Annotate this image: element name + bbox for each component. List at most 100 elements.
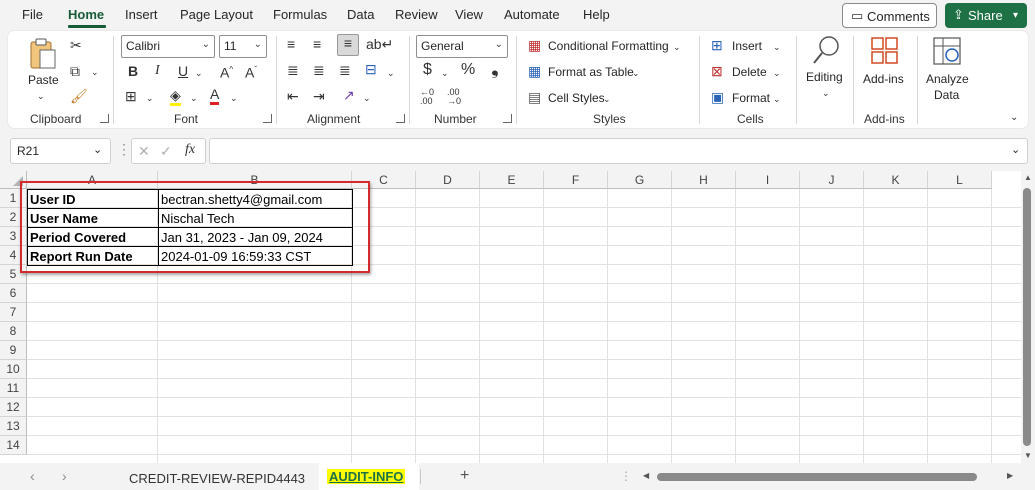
column-header-j[interactable]: J xyxy=(800,171,864,189)
conditional-formatting-button[interactable]: Conditional Formatting xyxy=(548,39,669,53)
row-header-13[interactable]: 13 xyxy=(0,417,27,436)
editing-button[interactable]: Editing ⌄ xyxy=(804,35,848,99)
chevron-down-icon[interactable]: ▾ xyxy=(1013,8,1018,24)
currency-icon[interactable]: $ xyxy=(423,62,432,78)
align-center-icon[interactable]: ≣ xyxy=(313,62,325,78)
expand-formula-icon[interactable]: ⌄ xyxy=(1011,143,1020,156)
add-sheet-icon[interactable]: + xyxy=(460,467,469,485)
confirm-icon[interactable]: ✓ xyxy=(160,143,172,159)
column-header-f[interactable]: F xyxy=(544,171,608,189)
increase-indent-icon[interactable]: ⇥ xyxy=(313,88,325,104)
delete-button[interactable]: Delete xyxy=(732,65,767,79)
chevron-down-icon[interactable]: ⌄ xyxy=(387,65,395,81)
cell-styles-button[interactable]: Cell Styles xyxy=(548,91,605,105)
dialog-launcher-icon[interactable] xyxy=(100,114,109,123)
chevron-down-icon[interactable]: ⌄ xyxy=(441,65,449,81)
bold-icon[interactable]: B xyxy=(128,63,138,79)
row-header-7[interactable]: 7 xyxy=(0,303,27,322)
font-name-select[interactable]: Calibri ⌄ xyxy=(121,35,215,58)
scroll-down-icon[interactable]: ▼ xyxy=(1024,451,1032,460)
align-bottom-icon[interactable]: ≡ xyxy=(337,34,359,56)
analyze-data-button[interactable]: Analyze Data xyxy=(923,35,973,102)
align-left-icon[interactable]: ≣ xyxy=(287,62,299,78)
column-header-l[interactable]: L xyxy=(928,171,992,189)
dialog-launcher-icon[interactable] xyxy=(263,114,272,123)
chevron-down-icon[interactable]: ⌄ xyxy=(37,88,45,104)
chevron-right-icon[interactable]: › xyxy=(62,468,67,484)
more-options-icon[interactable]: ⋮ xyxy=(117,141,131,157)
add-ins-button[interactable]: Add-ins xyxy=(861,35,909,91)
italic-icon[interactable]: I xyxy=(155,63,160,79)
dialog-launcher-icon[interactable] xyxy=(396,114,405,123)
cancel-icon[interactable]: ✕ xyxy=(138,143,150,159)
row-header-11[interactable]: 11 xyxy=(0,379,27,398)
decrease-font-size-icon[interactable]: Aˇ xyxy=(245,62,257,81)
formula-input[interactable]: ⌄ xyxy=(209,138,1028,164)
format-button[interactable]: Format xyxy=(732,91,770,105)
paste-button[interactable] xyxy=(28,37,58,71)
increase-decimal-icon[interactable]: ←0.00 xyxy=(420,88,434,106)
column-header-k[interactable]: K xyxy=(864,171,928,189)
menu-data[interactable]: Data xyxy=(347,7,374,22)
menu-formulas[interactable]: Formulas xyxy=(273,7,327,22)
underline-icon[interactable]: U xyxy=(178,63,188,79)
vertical-scroll-thumb[interactable] xyxy=(1023,188,1031,446)
row-header-8[interactable]: 8 xyxy=(0,322,27,341)
menu-file[interactable]: File xyxy=(22,7,43,22)
sheet-tab-audit-info[interactable]: AUDIT-INFO xyxy=(319,463,419,490)
decrease-decimal-icon[interactable]: .00 →0 xyxy=(447,88,461,106)
sheet-tab-credit-review[interactable]: CREDIT-REVIEW-REPID4443 xyxy=(129,471,305,486)
column-header-g[interactable]: G xyxy=(608,171,672,189)
row-header-14[interactable]: 14 xyxy=(0,436,27,455)
share-button[interactable]: ⇪ Share ▾ xyxy=(945,3,1027,28)
chevron-down-icon[interactable]: ⌄ xyxy=(603,91,611,107)
borders-icon[interactable]: ⊞ xyxy=(125,88,137,104)
chevron-down-icon[interactable]: ⌄ xyxy=(195,65,203,81)
format-as-table-button[interactable]: Format as Table xyxy=(548,65,634,79)
menu-view[interactable]: View xyxy=(455,7,483,22)
chevron-left-icon[interactable]: ‹ xyxy=(30,468,35,484)
percent-icon[interactable]: % xyxy=(461,62,475,78)
tab-split-handle[interactable]: ⋮ xyxy=(620,469,632,483)
chevron-down-icon[interactable]: ⌄ xyxy=(190,90,198,106)
name-box[interactable]: R21 ⌄ xyxy=(10,138,111,164)
column-header-d[interactable]: D xyxy=(416,171,480,189)
align-top-icon[interactable]: ≡ xyxy=(287,36,295,52)
insert-function-icon[interactable]: fx xyxy=(185,142,195,158)
menu-home[interactable]: Home xyxy=(68,7,104,22)
chevron-down-icon[interactable]: ⌄ xyxy=(632,65,640,81)
row-header-12[interactable]: 12 xyxy=(0,398,27,417)
scroll-right-icon[interactable]: ▶ xyxy=(1007,471,1013,480)
font-color-icon[interactable]: A xyxy=(210,86,220,105)
chevron-down-icon[interactable]: ⌄ xyxy=(363,90,371,106)
font-size-select[interactable]: 11 ⌄ xyxy=(219,35,267,58)
comma-style-icon[interactable]: ❟ xyxy=(491,58,499,78)
column-header-e[interactable]: E xyxy=(480,171,544,189)
fill-color-icon[interactable]: ◈ xyxy=(170,87,181,106)
format-painter-icon[interactable]: 🖌 xyxy=(70,88,88,104)
chevron-down-icon[interactable]: ⌄ xyxy=(773,39,781,55)
menu-help[interactable]: Help xyxy=(583,7,610,22)
horizontal-scroll-thumb[interactable] xyxy=(657,473,977,481)
dialog-launcher-icon[interactable] xyxy=(503,114,512,123)
chevron-down-icon[interactable]: ⌄ xyxy=(91,64,99,80)
orientation-icon[interactable]: ↗ xyxy=(343,87,355,103)
chevron-down-icon[interactable]: ⌄ xyxy=(773,91,781,107)
number-format-select[interactable]: General ⌄ xyxy=(416,35,508,58)
column-header-i[interactable]: I xyxy=(736,171,800,189)
chevron-down-icon[interactable]: ⌄ xyxy=(773,65,781,81)
collapse-ribbon-icon[interactable]: ⌄ xyxy=(1010,110,1018,126)
column-header-h[interactable]: H xyxy=(672,171,736,189)
row-header-9[interactable]: 9 xyxy=(0,341,27,360)
cut-icon[interactable]: ✂ xyxy=(70,37,82,53)
chevron-down-icon[interactable]: ⌄ xyxy=(146,90,154,106)
decrease-indent-icon[interactable]: ⇤ xyxy=(287,88,299,104)
increase-font-size-icon[interactable]: A^ xyxy=(220,62,233,81)
menu-insert[interactable]: Insert xyxy=(125,7,158,22)
chevron-down-icon[interactable]: ⌄ xyxy=(230,90,238,106)
menu-review[interactable]: Review xyxy=(395,7,438,22)
menu-automate[interactable]: Automate xyxy=(504,7,560,22)
comments-button[interactable]: ▭ Comments xyxy=(842,3,937,28)
align-right-icon[interactable]: ≣ xyxy=(339,62,351,78)
copy-icon[interactable]: ⧉ xyxy=(70,63,80,79)
